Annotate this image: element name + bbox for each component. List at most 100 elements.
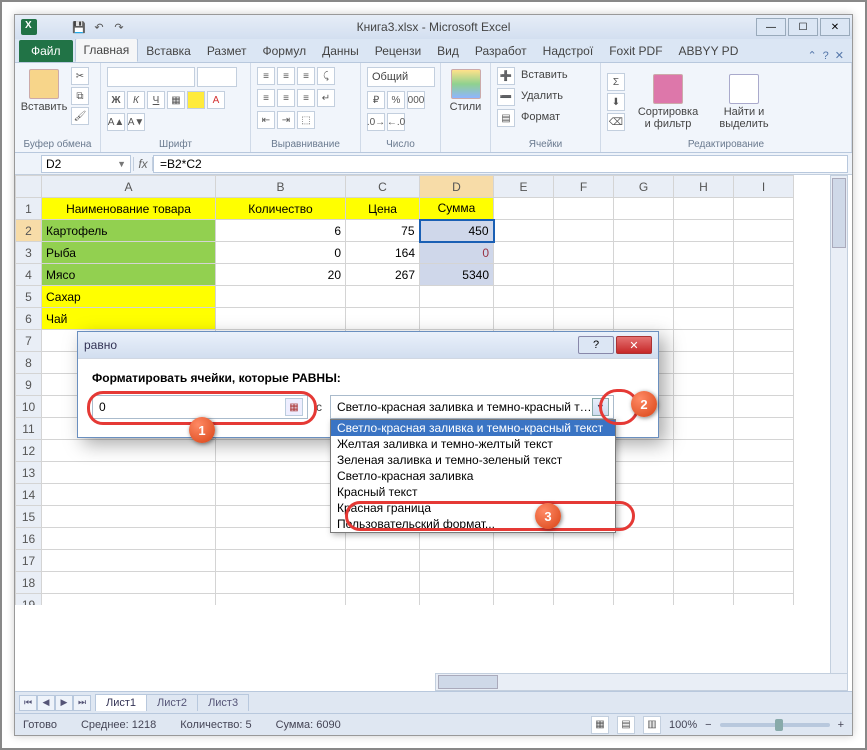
- tab-insert[interactable]: Вставка: [138, 40, 199, 62]
- shrink-font-icon[interactable]: A▼: [127, 113, 145, 131]
- horizontal-scrollbar[interactable]: [435, 673, 848, 691]
- col-header[interactable]: B: [216, 176, 346, 198]
- qat-undo-icon[interactable]: ↶: [91, 19, 107, 35]
- align-center-icon[interactable]: ≡: [277, 89, 295, 107]
- dropdown-option[interactable]: Зеленая заливка и темно-зеленый текст: [331, 452, 615, 468]
- sheet-tab[interactable]: Лист2: [146, 694, 198, 711]
- value-input[interactable]: 0 ▦: [92, 395, 308, 419]
- row-header[interactable]: 12: [16, 440, 42, 462]
- tab-foxit[interactable]: Foxit PDF: [601, 40, 670, 62]
- tab-layout[interactable]: Размет: [199, 40, 255, 62]
- autosum-icon[interactable]: Σ: [607, 73, 625, 91]
- row-header[interactable]: 2: [16, 220, 42, 242]
- cell[interactable]: [674, 286, 734, 308]
- fill-color-button[interactable]: [187, 91, 205, 109]
- cell[interactable]: [554, 220, 614, 242]
- grow-font-icon[interactable]: A▲: [107, 113, 125, 131]
- cell[interactable]: [554, 286, 614, 308]
- row-header[interactable]: 9: [16, 374, 42, 396]
- tab-data[interactable]: Данны: [314, 40, 367, 62]
- sheet-nav-next-icon[interactable]: ▶: [55, 695, 73, 711]
- row-header[interactable]: 14: [16, 484, 42, 506]
- underline-button[interactable]: Ч: [147, 91, 165, 109]
- dropdown-option[interactable]: Светло-красная заливка: [331, 468, 615, 484]
- tab-review[interactable]: Рецензи: [367, 40, 429, 62]
- cell[interactable]: [494, 242, 554, 264]
- cell[interactable]: 5340: [420, 264, 494, 286]
- row-header[interactable]: 18: [16, 572, 42, 594]
- help-icon[interactable]: ?: [823, 50, 829, 62]
- cell[interactable]: 164: [346, 242, 420, 264]
- cell[interactable]: [734, 286, 794, 308]
- copy-icon[interactable]: ⧉: [71, 87, 89, 105]
- dialog-help-button[interactable]: ?: [578, 336, 614, 354]
- dropdown-option[interactable]: Пользовательский формат...: [331, 516, 615, 532]
- font-color-button[interactable]: A: [207, 91, 225, 109]
- name-box[interactable]: D2 ▼: [41, 155, 131, 173]
- cell[interactable]: Количество: [216, 198, 346, 220]
- cell[interactable]: [614, 308, 674, 330]
- view-layout-icon[interactable]: ▤: [617, 716, 635, 734]
- sort-filter-button[interactable]: Сортировка и фильтр: [633, 72, 703, 132]
- cell[interactable]: [554, 198, 614, 220]
- cell[interactable]: Картофель: [42, 220, 216, 242]
- fx-icon[interactable]: fx: [133, 157, 153, 171]
- align-bottom-icon[interactable]: ≡: [297, 67, 315, 85]
- cell[interactable]: [494, 264, 554, 286]
- italic-button[interactable]: К: [127, 91, 145, 109]
- align-top-icon[interactable]: ≡: [257, 67, 275, 85]
- cells-delete-button[interactable]: ➖Удалить: [497, 88, 567, 106]
- row-header[interactable]: 7: [16, 330, 42, 352]
- dropdown-option[interactable]: Желтая заливка и темно-желтый текст: [331, 436, 615, 452]
- number-format-combo[interactable]: Общий: [367, 67, 435, 87]
- cell[interactable]: Цена: [346, 198, 420, 220]
- row-header[interactable]: 17: [16, 550, 42, 572]
- cell[interactable]: [734, 308, 794, 330]
- cut-icon[interactable]: ✂: [71, 67, 89, 85]
- col-header[interactable]: D: [420, 176, 494, 198]
- styles-button[interactable]: Стили: [447, 67, 484, 115]
- cell-selected[interactable]: 450: [420, 220, 494, 242]
- orientation-icon[interactable]: ⤹: [317, 67, 335, 85]
- tab-addins[interactable]: Надстрої: [535, 40, 602, 62]
- increase-indent-icon[interactable]: ⇥: [277, 111, 295, 129]
- dialog-close-button[interactable]: ✕: [616, 336, 652, 354]
- find-select-button[interactable]: Найти и выделить: [711, 72, 777, 132]
- wrap-text-icon[interactable]: ↵: [317, 89, 335, 107]
- cell[interactable]: 20: [216, 264, 346, 286]
- row-header[interactable]: 19: [16, 594, 42, 606]
- dropdown-option[interactable]: Красная граница: [331, 500, 615, 516]
- row-header[interactable]: 15: [16, 506, 42, 528]
- row-header[interactable]: 8: [16, 352, 42, 374]
- cell[interactable]: [346, 308, 420, 330]
- cell[interactable]: [494, 198, 554, 220]
- row-header[interactable]: 13: [16, 462, 42, 484]
- zoom-level[interactable]: 100%: [669, 719, 697, 731]
- format-painter-icon[interactable]: 🖌: [71, 107, 89, 125]
- formula-input[interactable]: =B2*C2: [153, 155, 848, 173]
- cell[interactable]: Сахар: [42, 286, 216, 308]
- cell[interactable]: 0: [216, 242, 346, 264]
- zoom-out-button[interactable]: −: [705, 719, 711, 731]
- cell[interactable]: Сумма: [420, 198, 494, 220]
- percent-icon[interactable]: %: [387, 91, 405, 109]
- border-button[interactable]: ▦: [167, 91, 185, 109]
- cells-insert-button[interactable]: ➕Вставить: [497, 67, 572, 85]
- row-header[interactable]: 3: [16, 242, 42, 264]
- tab-view[interactable]: Вид: [429, 40, 467, 62]
- col-header[interactable]: E: [494, 176, 554, 198]
- cell[interactable]: [734, 198, 794, 220]
- row-header[interactable]: 16: [16, 528, 42, 550]
- tab-home[interactable]: Главная: [75, 38, 139, 62]
- cell[interactable]: [346, 286, 420, 308]
- sheet-nav-prev-icon[interactable]: ◀: [37, 695, 55, 711]
- cells-format-button[interactable]: ▤Формат: [497, 109, 564, 127]
- cell[interactable]: [674, 198, 734, 220]
- cell[interactable]: Наименование товара: [42, 198, 216, 220]
- align-left-icon[interactable]: ≡: [257, 89, 275, 107]
- cell[interactable]: [494, 220, 554, 242]
- cell[interactable]: [614, 242, 674, 264]
- comma-icon[interactable]: 000: [407, 91, 425, 109]
- fill-icon[interactable]: ⬇: [607, 93, 625, 111]
- cell[interactable]: [614, 198, 674, 220]
